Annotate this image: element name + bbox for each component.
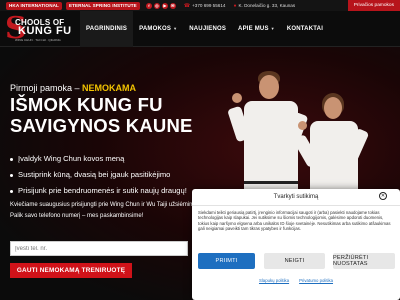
nav-item-label: APIE MUS bbox=[238, 25, 269, 32]
nav-item-pamokos[interactable]: PAMOKOS ▼ bbox=[133, 11, 183, 47]
youtube-icon[interactable]: ▶ bbox=[161, 2, 168, 9]
cookie-dialog-title: Tvarkyti sutikimą bbox=[273, 194, 319, 200]
cookie-policy-link[interactable]: Slapukų politika bbox=[259, 278, 289, 283]
hero-description-callback: Palik savo telefono numerį – mes paskamb… bbox=[10, 213, 144, 219]
facebook-icon[interactable]: f bbox=[145, 2, 152, 9]
chevron-down-icon: ▼ bbox=[270, 26, 275, 31]
accept-cookies-button[interactable]: PRIIMTI bbox=[198, 253, 255, 269]
nav-item-label: KONTAKTAI bbox=[286, 25, 324, 32]
main-navbar: S CHOOLS OF KUNG FU WING CHUN · TAI CHI … bbox=[0, 10, 400, 47]
cookie-dialog-body: Siekdami teikti geriausią patirtį, įreng… bbox=[198, 210, 391, 232]
private-lessons-link[interactable]: Privačios pamokos bbox=[347, 0, 400, 11]
instagram-icon[interactable]: ◎ bbox=[153, 2, 160, 9]
location-pin-icon: ● bbox=[233, 2, 237, 9]
top-bar: HKA INTERNATIONAL ETERNAL SPRING INSTITU… bbox=[0, 0, 400, 11]
phone-number: +370 699 55614 bbox=[192, 3, 226, 8]
hka-international-badge[interactable]: HKA INTERNATIONAL bbox=[6, 1, 62, 10]
hero-benefits-list: Įvaldyk Wing Chun kovos meną Sustiprink … bbox=[10, 151, 187, 199]
phone-number-input[interactable] bbox=[10, 241, 188, 256]
nav-item-naujienos[interactable]: NAUJIENOS bbox=[183, 11, 232, 47]
hero-title: IŠMOK KUNG FU SAVIGYNOS KAUNE bbox=[10, 94, 193, 136]
nav-item-label: PAGRINDINIS bbox=[86, 25, 128, 32]
social-links: f ◎ ▶ ✉ bbox=[145, 2, 176, 9]
phone-icon: ☎ bbox=[183, 2, 191, 9]
address-link[interactable]: ● K. Donelaičio g. 33, Kaunas bbox=[233, 3, 295, 9]
logo-tagline: WING CHUN · TAI CHI · QIGONG bbox=[15, 37, 61, 42]
view-preferences-button[interactable]: PERŽIŪRĖTI NUOSTATAS bbox=[333, 253, 395, 269]
hero-subtitle-prefix: Pirmoji pamoka – bbox=[10, 83, 83, 93]
nav-menu: PAGRINDINIS PAMOKOS ▼ NAUJIENOS APIE MUS… bbox=[80, 10, 329, 47]
nav-item-label: NAUJIENOS bbox=[189, 25, 227, 32]
privacy-policy-link[interactable]: Privatumo politika bbox=[299, 278, 333, 283]
site-logo[interactable]: S CHOOLS OF KUNG FU WING CHUN · TAI CHI … bbox=[0, 11, 80, 47]
get-free-training-button[interactable]: GAUTI NEMOKAMĄ TRENIRUOTĘ bbox=[10, 263, 132, 278]
chevron-down-icon: ▼ bbox=[173, 26, 178, 31]
nav-item-apie-mus[interactable]: APIE MUS ▼ bbox=[232, 11, 281, 47]
hero-subtitle-highlight: NEMOKAMA bbox=[82, 83, 137, 93]
cookie-consent-dialog: Tvarkyti sutikimą ✕ Siekdami teikti geri… bbox=[192, 189, 400, 300]
eternal-spring-badge[interactable]: ETERNAL SPRING INSTITUTE bbox=[65, 1, 140, 10]
nav-item-label: PAMOKOS bbox=[139, 25, 172, 32]
close-icon[interactable]: ✕ bbox=[379, 192, 387, 200]
list-item: Sustiprink kūną, dvasią bei įgauk pasiti… bbox=[10, 167, 187, 183]
email-icon[interactable]: ✉ bbox=[169, 2, 176, 9]
logo-line-2: KUNG FU bbox=[18, 24, 72, 37]
address-text: K. Donelaičio g. 33, Kaunas bbox=[238, 3, 296, 8]
deny-cookies-button[interactable]: NEIGTI bbox=[264, 253, 325, 269]
phone-link[interactable]: ☎ +370 699 55614 bbox=[184, 3, 226, 9]
divider bbox=[192, 205, 400, 206]
hero-description-invite: Kviečiame suaugusius prisijungti prie Wi… bbox=[10, 202, 200, 208]
hero-subtitle: Pirmoji pamoka – NEMOKAMA bbox=[10, 83, 136, 93]
cookie-dialog-links: Slapukų politika Privatumo politika bbox=[192, 278, 400, 283]
nav-item-kontaktai[interactable]: KONTAKTAI bbox=[281, 11, 329, 47]
nav-item-pagrindinis[interactable]: PAGRINDINIS bbox=[80, 10, 134, 47]
list-item: Įvaldyk Wing Chun kovos meną bbox=[10, 151, 187, 167]
list-item: Prisijunk prie bendruomenės ir sutik nau… bbox=[10, 183, 187, 199]
